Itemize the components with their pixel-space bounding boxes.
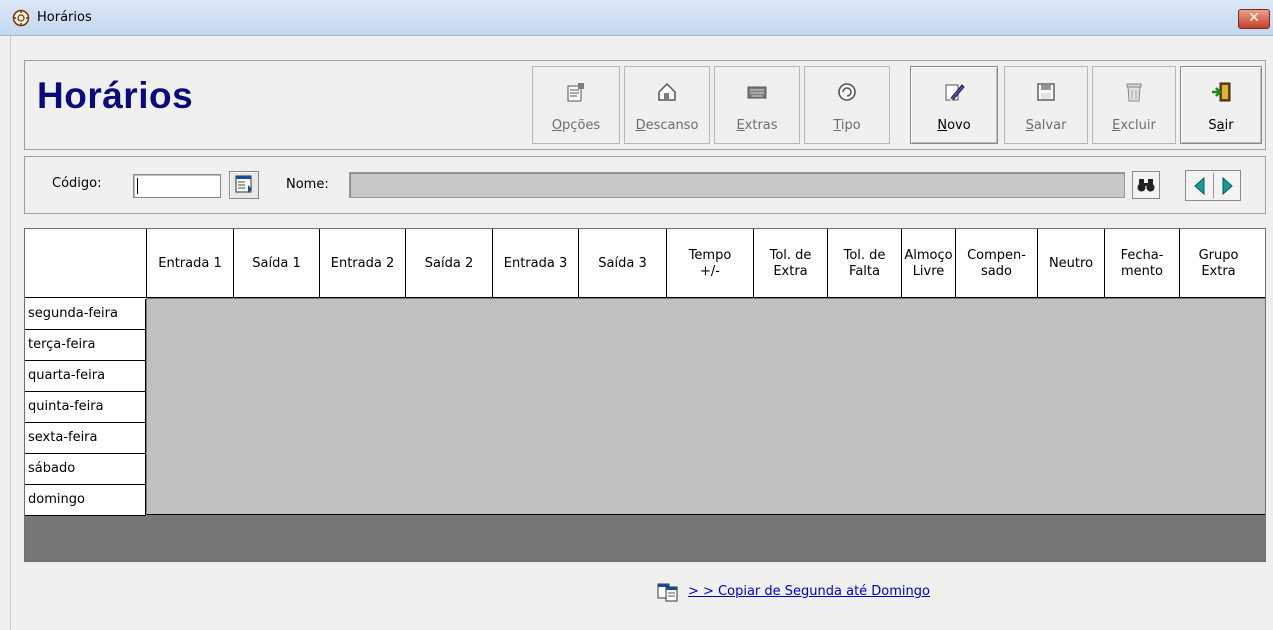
opcoes-button[interactable]: Opções — [532, 66, 620, 144]
floppy-icon — [1037, 83, 1055, 101]
salvar-button[interactable]: Salvar — [1004, 66, 1088, 144]
codigo-lookup-button[interactable] — [229, 171, 259, 199]
clock-app-icon — [12, 9, 30, 27]
tipo-button-label: Tipo — [833, 118, 861, 133]
title-bar: Horários ✕ — [0, 0, 1273, 36]
grid-row-label[interactable]: domingo — [25, 485, 146, 516]
options-icon — [567, 83, 584, 102]
arrow-right-icon — [1222, 176, 1233, 196]
novo-button[interactable]: Novo — [910, 66, 998, 144]
keyboard-icon — [747, 86, 767, 99]
extras-button[interactable]: Extras — [714, 66, 800, 144]
novo-button-label: Novo — [937, 118, 971, 133]
window-title: Horários — [37, 10, 92, 25]
grid-row-label[interactable]: quinta-feira — [25, 392, 146, 423]
grid-row-label[interactable]: sábado — [25, 454, 146, 485]
schedule-grid[interactable]: Entrada 1 Saída 1 Entrada 2 Saída 2 Entrada … — [24, 228, 1266, 562]
grid-row-label[interactable]: quarta-feira — [25, 361, 146, 392]
nome-label: Nome: — [286, 177, 329, 192]
grid-column-header[interactable]: Neutro — [1038, 229, 1105, 298]
grid-column-header[interactable]: Saída 2 — [406, 229, 493, 298]
descanso-button[interactable]: Descanso — [624, 66, 710, 144]
grid-column-header[interactable]: Almoço Livre — [902, 229, 956, 298]
descanso-button-label: Descanso — [635, 118, 699, 133]
grid-column-header[interactable]: Tempo +/- — [667, 229, 754, 298]
header-panel: Horários Opções Descanso Extras Tipo Novo Sal… — [24, 60, 1266, 150]
window-edge — [10, 36, 11, 630]
grid-column-header[interactable]: Compen- sado — [956, 229, 1038, 298]
grid-column-header[interactable]: Saída 3 — [579, 229, 667, 298]
find-button[interactable] — [1132, 171, 1160, 199]
codigo-label: Código: — [52, 176, 102, 191]
binoculars-icon — [1137, 179, 1155, 192]
grid-column-header[interactable]: Grupo Extra — [1180, 229, 1257, 298]
search-panel: Código: Nome: — [24, 156, 1266, 214]
grid-column-header[interactable]: Fecha- mento — [1105, 229, 1180, 298]
extras-button-label: Extras — [736, 118, 778, 133]
grid-row-label[interactable]: sexta-feira — [25, 423, 146, 454]
page-title: Horários — [37, 75, 194, 116]
grid-corner-cell — [25, 229, 147, 298]
grid-column-header[interactable]: Entrada 2 — [320, 229, 406, 298]
grid-row-label[interactable]: terça-feira — [25, 330, 146, 361]
copy-icon — [657, 583, 678, 602]
arrow-left-icon — [1194, 176, 1205, 196]
trash-icon — [1126, 83, 1142, 102]
excluir-button[interactable]: Excluir — [1092, 66, 1176, 144]
previous-record-button[interactable] — [1189, 175, 1211, 197]
close-window-button[interactable]: ✕ — [1238, 9, 1270, 29]
grid-column-header[interactable]: Tol. de Falta — [828, 229, 902, 298]
grid-column-header[interactable]: Entrada 3 — [493, 229, 579, 298]
close-icon: ✕ — [1248, 10, 1260, 26]
nome-input[interactable] — [349, 172, 1125, 198]
grid-column-header[interactable]: Saída 1 — [234, 229, 320, 298]
nav-separator — [1213, 173, 1214, 198]
tipo-button[interactable]: Tipo — [804, 66, 890, 144]
grid-cells-area[interactable] — [147, 299, 1265, 515]
grid-column-header[interactable]: Tol. de Extra — [754, 229, 828, 298]
next-record-button[interactable] — [1216, 175, 1238, 197]
grid-column-header[interactable]: Entrada 1 — [147, 229, 234, 298]
sair-button[interactable]: Sair — [1180, 66, 1262, 144]
lookup-list-icon — [235, 175, 252, 193]
text-caret — [137, 178, 138, 194]
exit-door-icon — [1212, 82, 1231, 102]
house-icon — [658, 82, 676, 101]
grid-header-row: Entrada 1 Saída 1 Entrada 2 Saída 2 Entrada … — [25, 229, 1265, 298]
tipo-icon — [838, 83, 856, 101]
codigo-input[interactable] — [133, 174, 221, 198]
copy-schedule-link-text[interactable]: > > Copiar de Segunda até Domingo — [688, 584, 930, 599]
pencil-icon — [945, 84, 965, 102]
excluir-button-label: Excluir — [1112, 118, 1156, 133]
grid-row-label[interactable]: segunda-feira — [25, 299, 146, 330]
salvar-button-label: Salvar — [1025, 118, 1067, 133]
record-navigation — [1185, 170, 1241, 201]
sair-button-label: Sair — [1208, 118, 1234, 133]
opcoes-button-label: Opções — [551, 118, 601, 133]
